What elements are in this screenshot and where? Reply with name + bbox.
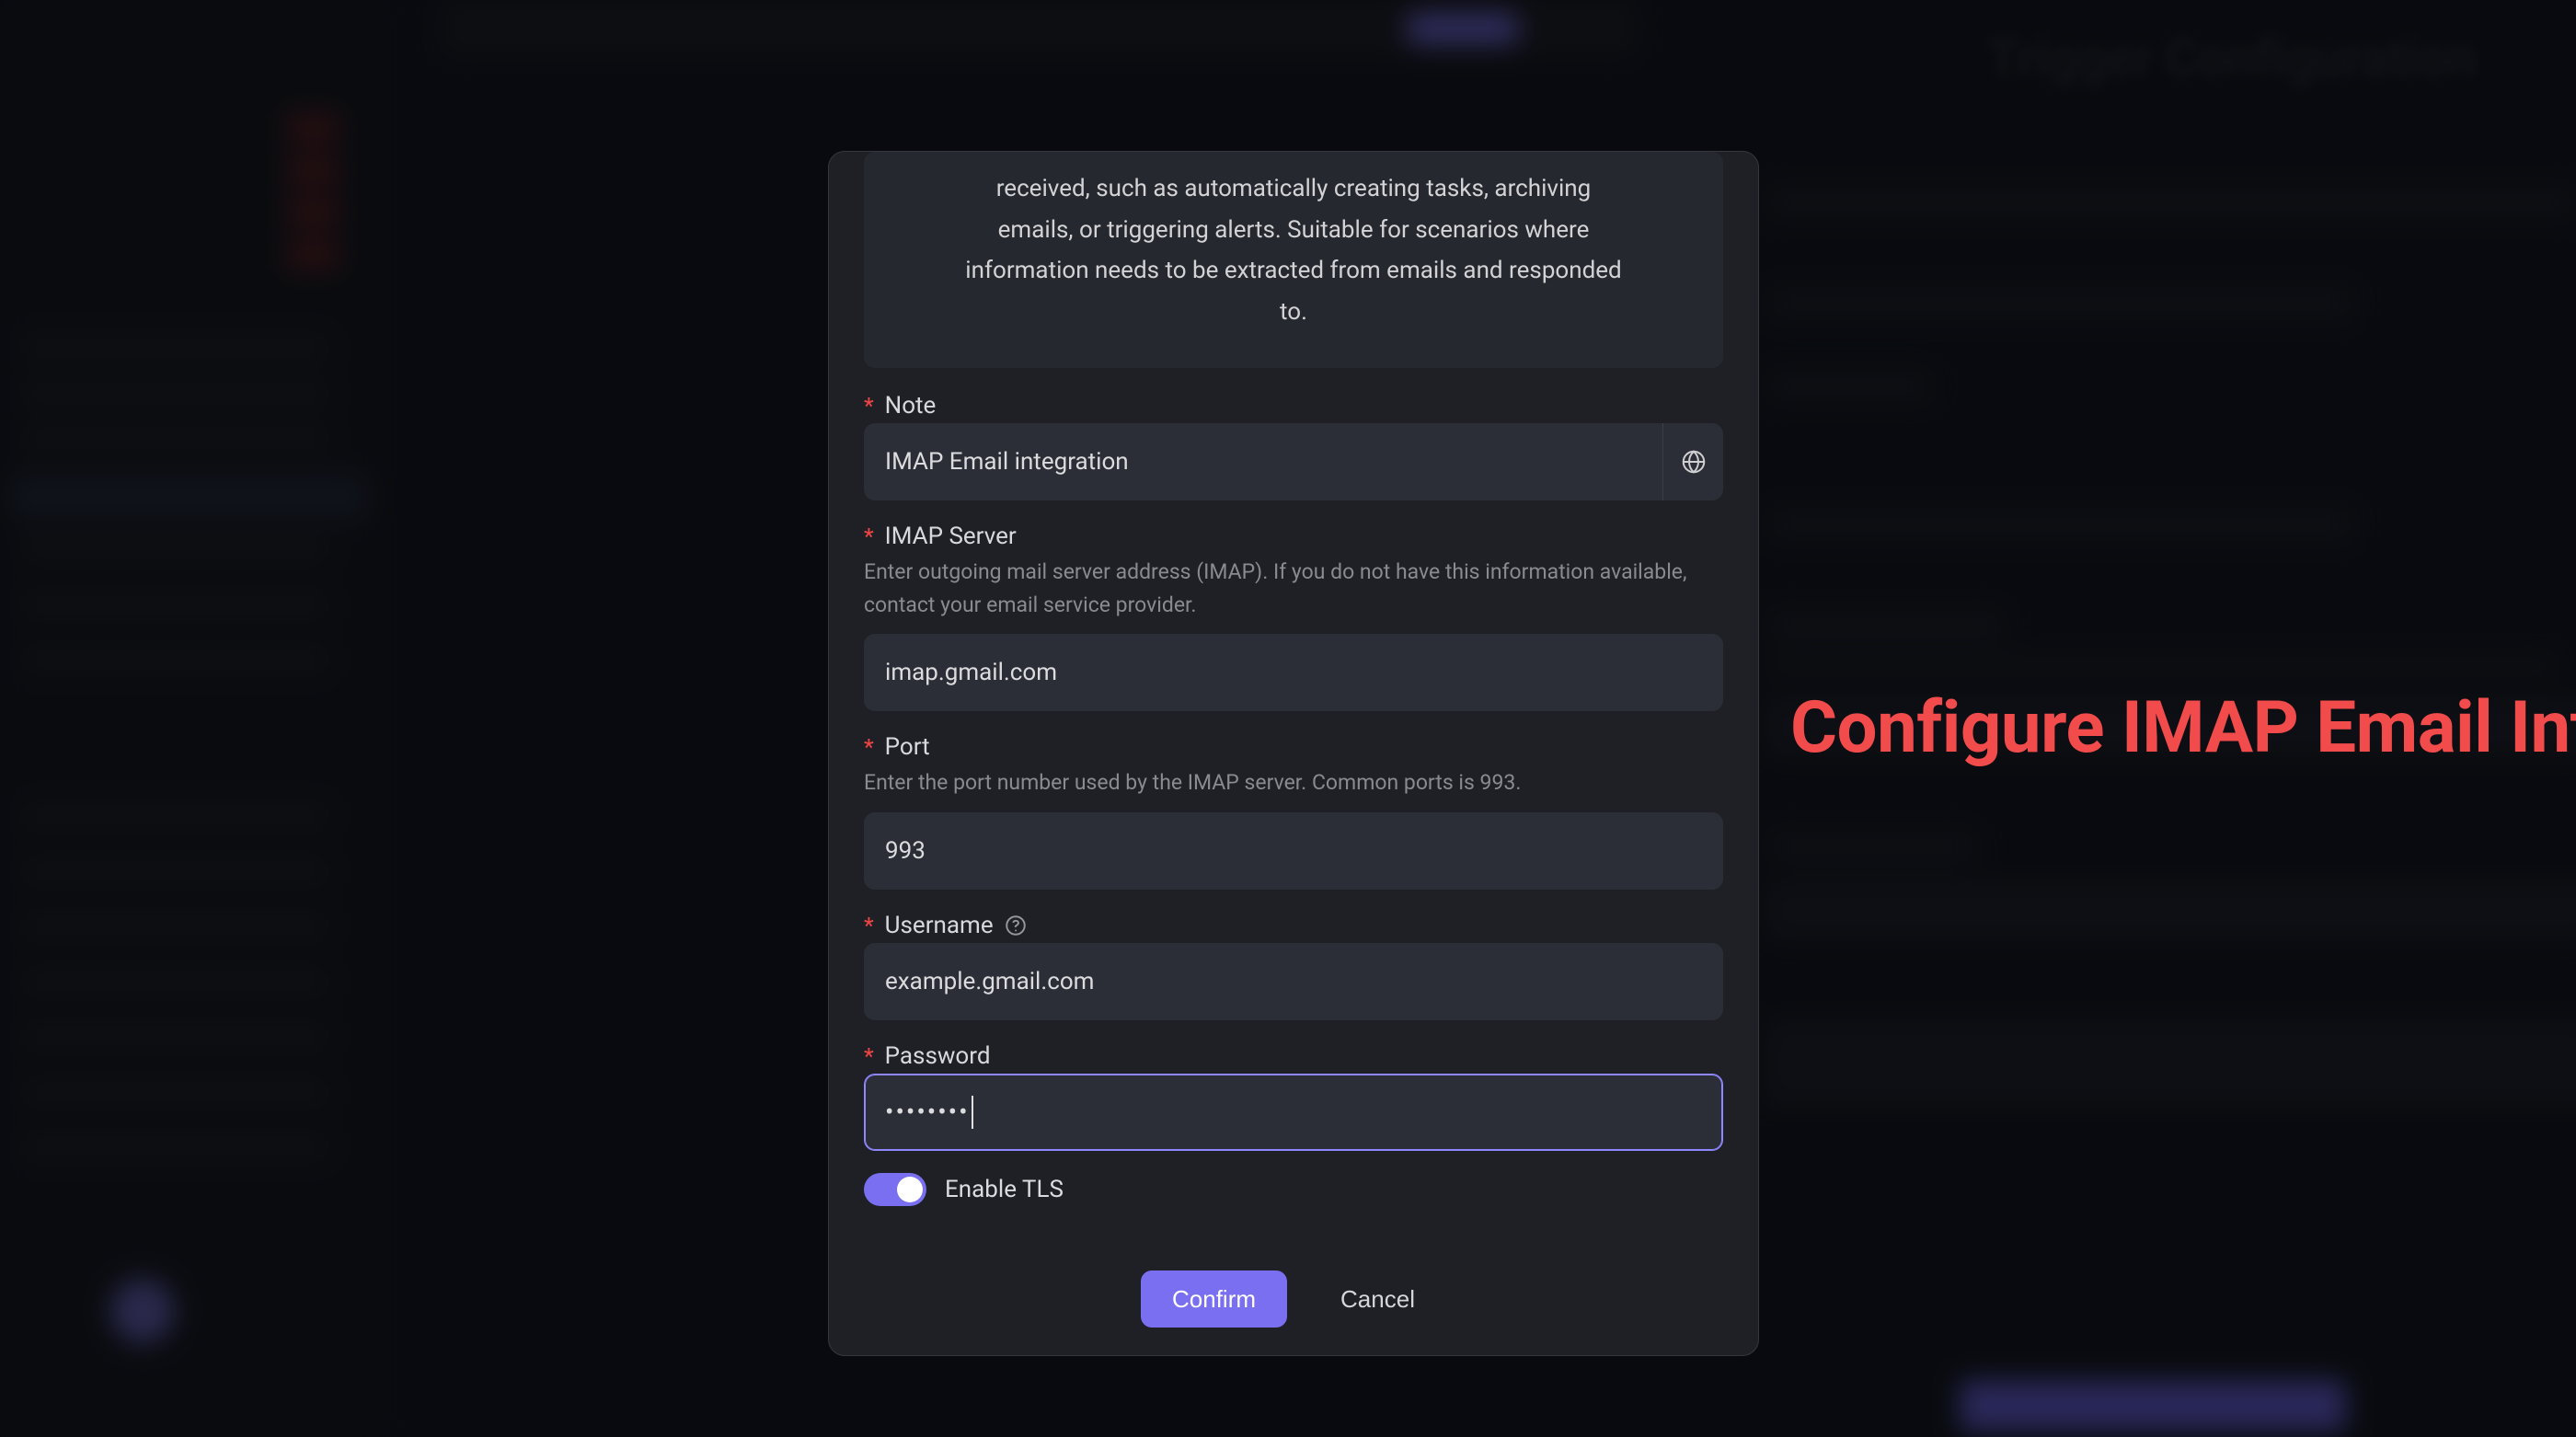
username-label: Username (885, 912, 994, 939)
note-label: Note (885, 392, 937, 420)
imap-server-label: IMAP Server (885, 523, 1017, 550)
trigger-description-text: received, such as automatically creating… (965, 168, 1622, 333)
imap-server-helper: Enter outgoing mail server address (IMAP… (864, 556, 1723, 621)
username-help-icon[interactable] (1003, 913, 1029, 938)
port-value: 993 (885, 837, 926, 865)
enable-tls-toggle[interactable] (864, 1173, 926, 1206)
cancel-button[interactable]: Cancel (1309, 1270, 1446, 1328)
username-input[interactable]: example.gmail.com (864, 943, 1723, 1020)
globe-icon (1680, 448, 1708, 476)
password-label: Password (885, 1042, 991, 1070)
required-star: * (864, 1043, 874, 1069)
imap-settings-modal: received, such as automatically creating… (828, 151, 1759, 1356)
question-circle-icon (1004, 914, 1028, 937)
annotation-overlay-text: Configure IMAP Email Integ (1790, 686, 2576, 770)
password-field-group: * Password •••••••• (864, 1042, 1723, 1151)
imap-server-field-group: * IMAP Server Enter outgoing mail server… (864, 523, 1723, 711)
username-field-group: * Username example.gmail.com (864, 912, 1723, 1020)
trigger-description-box: received, such as automatically creating… (864, 152, 1723, 368)
required-star: * (864, 734, 874, 760)
confirm-button[interactable]: Confirm (1141, 1270, 1287, 1328)
password-value-masked: •••••••• (885, 1097, 970, 1127)
port-input[interactable]: 993 (864, 812, 1723, 890)
username-value: example.gmail.com (885, 968, 1094, 995)
modal-actions: Confirm Cancel (864, 1270, 1723, 1328)
note-input[interactable]: IMAP Email integration (864, 423, 1723, 500)
port-label: Port (885, 733, 930, 761)
note-globe-addon[interactable] (1662, 423, 1723, 500)
toggle-knob (897, 1177, 923, 1202)
required-star: * (864, 393, 874, 419)
port-helper: Enter the port number used by the IMAP s… (864, 766, 1723, 799)
required-star: * (864, 523, 874, 549)
enable-tls-label: Enable TLS (945, 1176, 1064, 1203)
note-field-group: * Note IMAP Email integration (864, 392, 1723, 500)
port-field-group: * Port Enter the port number used by the… (864, 733, 1723, 890)
enable-tls-row: Enable TLS (864, 1173, 1723, 1206)
required-star: * (864, 913, 874, 938)
imap-server-input[interactable]: imap.gmail.com (864, 634, 1723, 711)
imap-server-value: imap.gmail.com (885, 659, 1057, 686)
note-value: IMAP Email integration (885, 448, 1129, 476)
password-input[interactable]: •••••••• (864, 1074, 1723, 1151)
text-cursor (972, 1096, 973, 1129)
